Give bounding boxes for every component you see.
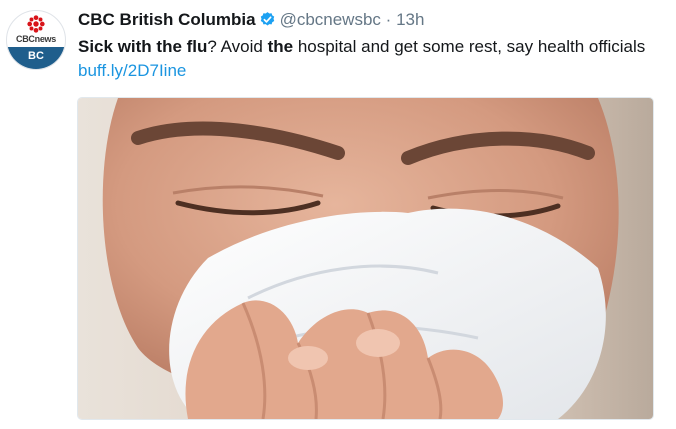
tweet-text-part-4: hospital and get some rest, say health o… [293,37,646,56]
tweet-text-bold-1: Sick with the flu [78,37,208,56]
author-handle[interactable]: @cbcnewsbc [280,10,381,29]
man-blowing-nose-photo-icon [78,98,653,419]
tweet-photo[interactable] [77,97,654,420]
tweet-text-part-2: ? Avoid [207,37,268,56]
tweet-text-bold-2: the [267,37,294,56]
tweet-text: Sick with the flu? Avoid the hospital an… [78,36,645,58]
meta-separator: · [385,10,392,29]
avatar-region-badge: BC [7,47,65,69]
author-name[interactable]: CBC British Columbia [78,10,256,29]
tweet-link[interactable]: buff.ly/2D7Iine [78,61,186,81]
cbc-gem-logo-icon [27,15,45,33]
verified-badge-icon [260,12,274,26]
author-avatar[interactable]: CBCnews BC [6,10,66,70]
tweet-timestamp[interactable]: 13h [396,10,424,29]
avatar-brand-text: CBCnews [16,34,56,44]
tweet-header: CBC British Columbia @cbcnewsbc · 13h [78,10,424,32]
